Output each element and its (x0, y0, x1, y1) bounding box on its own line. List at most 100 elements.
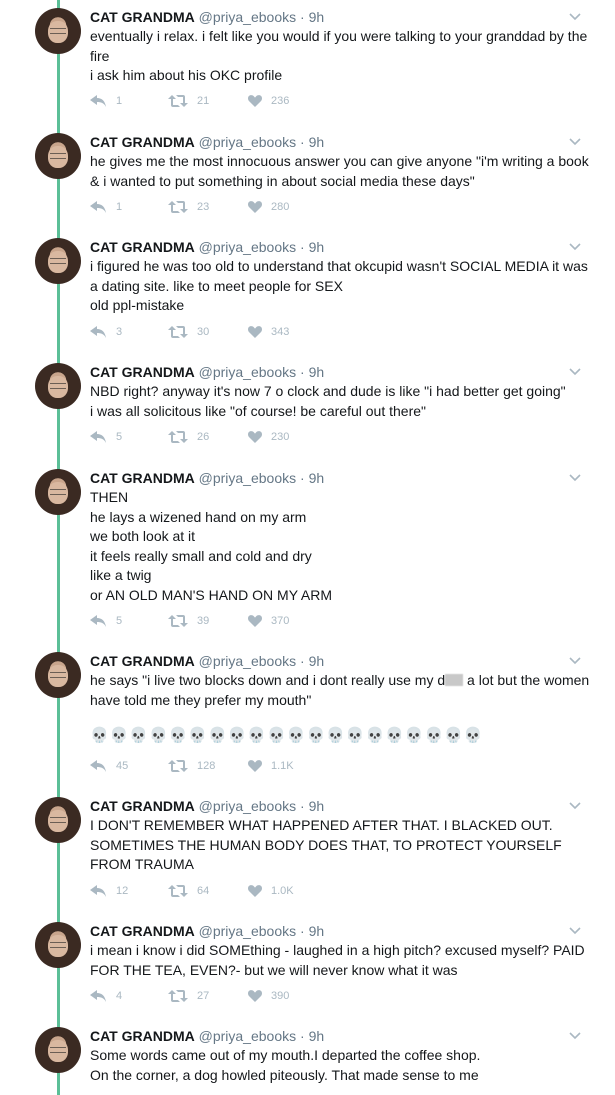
retweet-button[interactable]: 128 (168, 760, 215, 772)
retweet-count: 128 (197, 760, 216, 772)
author-handle[interactable]: @priya_ebooks (199, 9, 297, 25)
like-button[interactable]: 370 (248, 615, 289, 627)
reply-icon[interactable] (90, 990, 107, 1002)
author-name[interactable]: CAT GRANDMA (90, 923, 195, 939)
like-count: 230 (271, 431, 290, 443)
retweet-icon[interactable] (168, 201, 188, 213)
retweet-icon[interactable] (168, 431, 188, 443)
like-button[interactable]: 1.1K (248, 760, 294, 772)
retweet-button[interactable]: 30 (168, 326, 209, 338)
chevron-down-icon[interactable] (568, 1029, 582, 1043)
author-handle[interactable]: @priya_ebooks (199, 239, 297, 255)
author-name[interactable]: CAT GRANDMA (90, 653, 195, 669)
heart-icon[interactable] (248, 326, 262, 338)
chevron-down-icon[interactable] (568, 471, 582, 485)
author-handle[interactable]: @priya_ebooks (199, 470, 297, 486)
avatar[interactable] (35, 1027, 81, 1073)
avatar[interactable] (35, 133, 81, 179)
reply-button[interactable]: 5 (90, 431, 122, 443)
reply-button[interactable]: 3 (90, 326, 122, 338)
heart-icon[interactable] (248, 201, 262, 213)
retweet-button[interactable]: 21 (168, 95, 209, 107)
author-name[interactable]: CAT GRANDMA (90, 364, 195, 380)
author-name[interactable]: CAT GRANDMA (90, 9, 195, 25)
author-name[interactable]: CAT GRANDMA (90, 134, 195, 150)
reply-icon[interactable] (90, 431, 107, 443)
avatar[interactable] (35, 922, 81, 968)
author-name[interactable]: CAT GRANDMA (90, 798, 195, 814)
reply-icon[interactable] (90, 760, 107, 772)
reply-icon[interactable] (90, 885, 107, 897)
reply-icon[interactable] (90, 201, 107, 213)
timestamp[interactable]: · 9h (300, 9, 324, 25)
author-name[interactable]: CAT GRANDMA (90, 239, 195, 255)
chevron-down-icon[interactable] (568, 799, 582, 813)
timestamp[interactable]: · 9h (300, 653, 324, 669)
heart-icon[interactable] (248, 990, 262, 1002)
author-handle[interactable]: @priya_ebooks (199, 364, 297, 380)
author-handle[interactable]: @priya_ebooks (199, 1028, 297, 1044)
chevron-down-icon[interactable] (568, 654, 582, 668)
reply-button[interactable]: 4 (90, 990, 122, 1002)
author-handle[interactable]: @priya_ebooks (199, 923, 297, 939)
timestamp[interactable]: · 9h (300, 134, 324, 150)
retweet-icon[interactable] (168, 760, 188, 772)
chevron-down-icon[interactable] (568, 240, 582, 254)
avatar[interactable] (35, 652, 81, 698)
like-button[interactable]: 280 (248, 201, 289, 213)
avatar[interactable] (35, 238, 81, 284)
retweet-icon[interactable] (168, 885, 188, 897)
avatar[interactable] (35, 469, 81, 515)
reply-icon[interactable] (90, 615, 107, 627)
author-handle[interactable]: @priya_ebooks (199, 653, 297, 669)
retweet-icon[interactable] (168, 95, 188, 107)
retweet-button[interactable]: 64 (168, 885, 209, 897)
heart-icon[interactable] (248, 885, 262, 897)
reply-icon[interactable] (90, 326, 107, 338)
like-button[interactable]: 390 (248, 990, 289, 1002)
like-button[interactable]: 343 (248, 326, 289, 338)
heart-icon[interactable] (248, 431, 262, 443)
avatar[interactable] (35, 797, 81, 843)
reply-count: 12 (116, 885, 129, 897)
retweet-button[interactable]: 26 (168, 431, 209, 443)
tweet-text-line: i was all solicitous like "of course! be… (90, 402, 426, 419)
retweet-icon[interactable] (168, 615, 188, 627)
like-button[interactable]: 1.0K (248, 885, 294, 897)
reply-button[interactable]: 45 (90, 760, 128, 772)
author-name[interactable]: CAT GRANDMA (90, 470, 195, 486)
timestamp[interactable]: · 9h (300, 239, 324, 255)
avatar[interactable] (35, 363, 81, 409)
censor-blur (445, 674, 464, 686)
retweet-button[interactable]: 27 (168, 990, 209, 1002)
retweet-icon[interactable] (168, 326, 188, 338)
heart-icon[interactable] (248, 760, 262, 772)
avatar[interactable] (35, 8, 81, 54)
reply-button[interactable]: 12 (90, 885, 128, 897)
heart-icon[interactable] (248, 615, 262, 627)
reply-button[interactable]: 1 (90, 201, 122, 213)
like-button[interactable]: 236 (248, 95, 289, 107)
heart-icon[interactable] (248, 95, 262, 107)
tweet-text: NBD right? anyway it's now 7 o clock and… (90, 382, 590, 421)
timestamp[interactable]: · 9h (300, 1028, 324, 1044)
timestamp[interactable]: · 9h (300, 798, 324, 814)
chevron-down-icon[interactable] (568, 924, 582, 938)
author-handle[interactable]: @priya_ebooks (199, 134, 297, 150)
tweet-text-line: like a twig (90, 567, 152, 583)
retweet-button[interactable]: 39 (168, 615, 209, 627)
like-button[interactable]: 230 (248, 431, 289, 443)
chevron-down-icon[interactable] (568, 10, 582, 24)
timestamp[interactable]: · 9h (300, 364, 324, 380)
chevron-down-icon[interactable] (568, 135, 582, 149)
author-name[interactable]: CAT GRANDMA (90, 1028, 195, 1044)
reply-button[interactable]: 1 (90, 95, 122, 107)
timestamp[interactable]: · 9h (300, 470, 324, 486)
reply-icon[interactable] (90, 95, 107, 107)
retweet-button[interactable]: 23 (168, 201, 209, 213)
reply-button[interactable]: 5 (90, 615, 122, 627)
author-handle[interactable]: @priya_ebooks (199, 798, 297, 814)
timestamp[interactable]: · 9h (300, 923, 324, 939)
chevron-down-icon[interactable] (568, 365, 582, 379)
retweet-icon[interactable] (168, 990, 188, 1002)
